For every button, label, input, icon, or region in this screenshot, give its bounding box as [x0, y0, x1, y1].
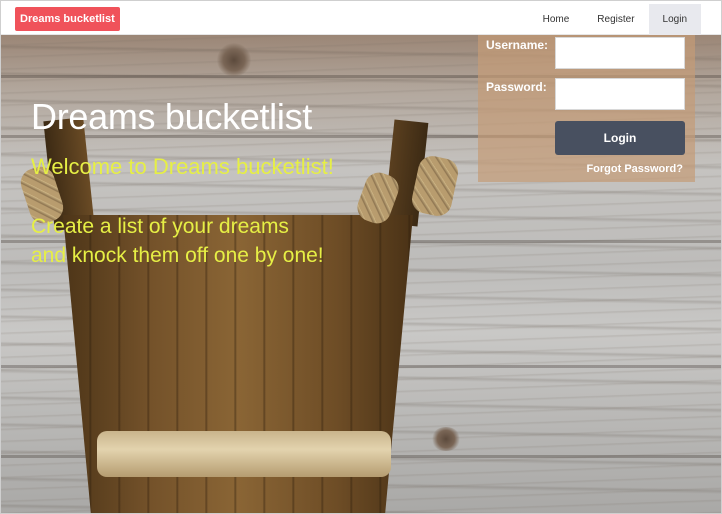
password-input[interactable]: [555, 78, 685, 110]
forgot-password-link[interactable]: Forgot Password?: [586, 163, 683, 175]
tagline: Create a list of your dreams and knock t…: [31, 212, 324, 270]
wood-knot: [431, 427, 461, 451]
tagline-line-2: and knock them off one by one!: [31, 244, 324, 267]
wood-knot: [217, 43, 251, 77]
welcome-text: Welcome to Dreams bucketlist!: [31, 154, 334, 179]
nav-link-home[interactable]: Home: [529, 4, 584, 35]
username-label: Username:: [486, 38, 549, 52]
login-form: Username: Password: Login Forgot Passwor…: [478, 26, 695, 182]
page: Dreams bucketlist Home Register Login Dr…: [0, 0, 722, 514]
hero-title: Dreams bucketlist: [31, 96, 312, 137]
navbar: Dreams bucketlist Home Register Login: [1, 1, 721, 35]
username-input[interactable]: [555, 37, 685, 69]
bucket-rope-band: [97, 431, 391, 477]
nav-link-register[interactable]: Register: [583, 4, 648, 35]
password-label: Password:: [486, 80, 547, 94]
tagline-line-1: Create a list of your dreams: [31, 215, 289, 238]
nav-links: Home Register Login: [529, 4, 701, 35]
brand-logo-button[interactable]: Dreams bucketlist: [15, 7, 120, 31]
login-button[interactable]: Login: [555, 121, 685, 155]
nav-link-login[interactable]: Login: [648, 4, 701, 35]
